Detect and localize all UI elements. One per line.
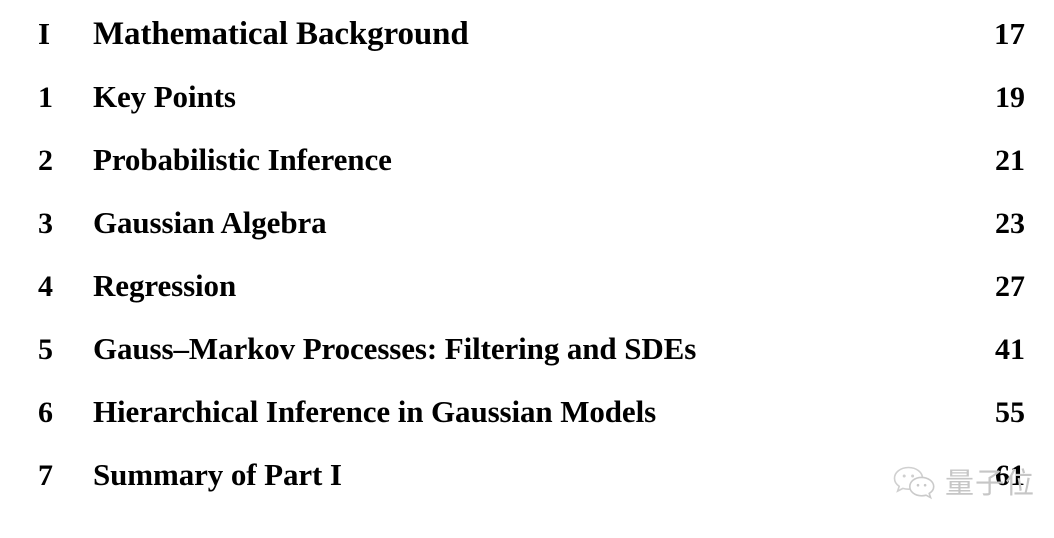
toc-entry-page-number: 21 [995,144,1025,177]
toc-entry-number: 6 [38,396,54,429]
toc-row[interactable]: 1 Key Points 19 [38,81,1025,144]
toc-entry-number: 2 [38,144,54,177]
toc-entry-page-number: 55 [995,396,1025,429]
toc-entry-number: 3 [38,207,54,240]
toc-entry-title[interactable]: Mathematical Background [93,18,973,51]
toc-row[interactable]: I Mathematical Background 17 [38,18,1025,81]
toc-row[interactable]: 3 Gaussian Algebra 23 [38,207,1025,270]
toc-entry-number: 5 [38,333,54,366]
toc-entry-page-number: 61 [995,459,1025,492]
toc-row[interactable]: 2 Probabilistic Inference 21 [38,144,1025,207]
toc-row[interactable]: 5 Gauss–Markov Processes: Filtering and S… [38,333,1025,396]
toc-entry-title[interactable]: Gaussian Algebra [93,207,973,238]
toc-entry-title[interactable]: Summary of Part I [93,459,973,490]
toc-row[interactable]: 6 Hierarchical Inference in Gaussian Mode… [38,396,1025,459]
toc-entry-title[interactable]: Probabilistic Inference [93,144,973,175]
toc-row[interactable]: 7 Summary of Part I 61 [38,459,1025,522]
toc-entry-title[interactable]: Gauss–Markov Processes: Filtering and SD… [93,333,973,364]
toc-entry-number: 4 [38,270,54,303]
toc-entry-page-number: 27 [995,270,1025,303]
toc-entry-number: 7 [38,459,54,492]
toc-entry-title[interactable]: Regression [93,270,973,301]
table-of-contents: I Mathematical Background 17 1 Key Points 19 2… [0,0,1054,538]
toc-entry-title[interactable]: Hierarchical Inference in Gaussian Model… [93,396,973,427]
toc-entry-page-number: 17 [994,16,1025,51]
toc-entry-title[interactable]: Key Points [93,81,973,112]
toc-entry-number: 1 [38,81,54,114]
toc-entry-page-number: 41 [995,333,1025,366]
toc-entry-page-number: 23 [995,207,1025,240]
toc-entry-page-number: 19 [995,81,1025,114]
toc-entry-number: I [38,16,51,51]
toc-row[interactable]: 4 Regression 27 [38,270,1025,333]
